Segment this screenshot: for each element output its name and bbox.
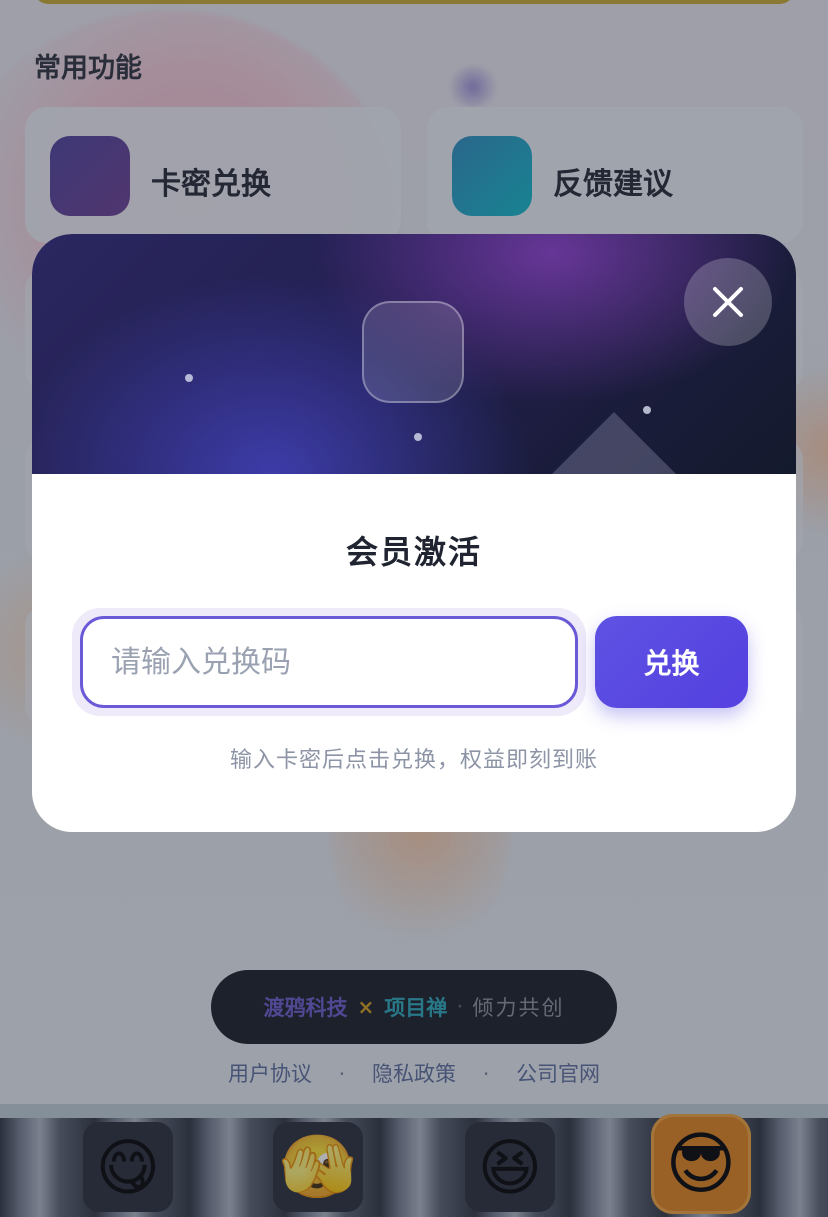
hint-text: 输入卡密后点击兑换，权益即刻到账 xyxy=(229,748,598,773)
redeem-button[interactable]: 兑换 xyxy=(595,616,748,708)
mountain-decor xyxy=(552,412,676,474)
activation-modal: 会员激活 兑换 输入卡密后点击兑换，权益即刻到账 xyxy=(32,234,796,832)
star-decor xyxy=(414,433,422,441)
close-icon xyxy=(713,287,743,317)
membership-icon xyxy=(362,301,464,403)
star-decor xyxy=(185,374,193,382)
code-input-wrapper xyxy=(72,608,586,716)
redeem-code-input[interactable] xyxy=(80,616,578,708)
modal-hero-banner xyxy=(32,234,796,474)
modal-title: 会员激活 xyxy=(345,533,482,571)
close-button[interactable] xyxy=(684,258,772,346)
